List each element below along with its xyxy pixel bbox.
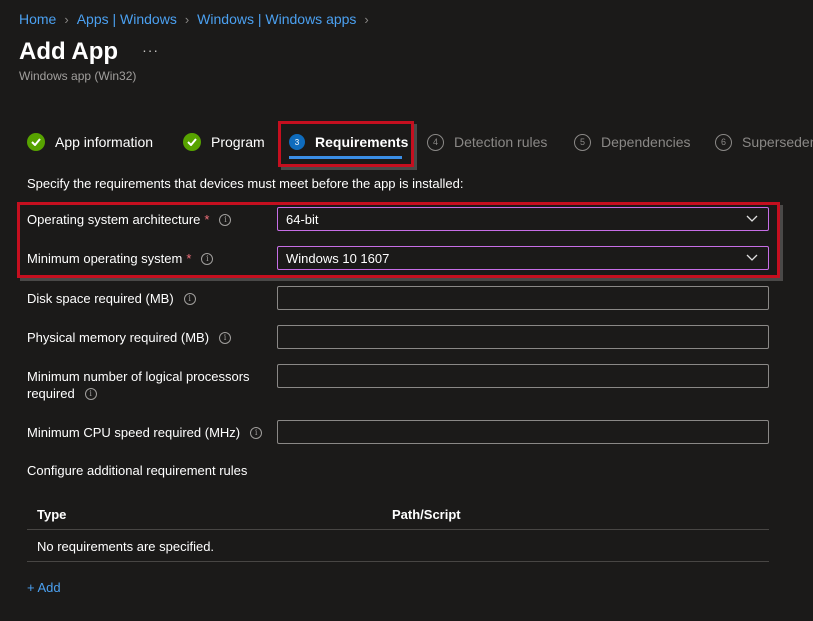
logical-processors-input[interactable]	[277, 364, 769, 388]
tab-app-information[interactable]: App information	[27, 128, 153, 156]
breadcrumb-home[interactable]: Home	[19, 11, 56, 27]
min-os-label: Minimum operating system * i	[27, 250, 214, 267]
os-architecture-dropdown[interactable]: 64-bit	[277, 207, 769, 231]
empty-state-text: No requirements are specified.	[37, 539, 215, 554]
breadcrumb: Home › Apps | Windows › Windows | Window…	[19, 11, 377, 27]
breadcrumb-windows-apps[interactable]: Windows | Windows apps	[197, 11, 356, 27]
page-title: Add App	[19, 38, 119, 65]
cpu-speed-label: Minimum CPU speed required (MHz) i	[27, 424, 263, 441]
tab-supersedence[interactable]: 6 Supersedence	[715, 128, 813, 156]
tab-detection-rules[interactable]: 4 Detection rules	[427, 128, 547, 156]
disk-space-input[interactable]	[277, 286, 769, 310]
breadcrumb-apps-windows[interactable]: Apps | Windows	[77, 11, 177, 27]
chevron-down-icon	[746, 254, 758, 261]
chevron-down-icon	[746, 215, 758, 222]
table-header: Type Path/Script	[27, 500, 769, 530]
tab-program[interactable]: Program	[183, 128, 265, 156]
info-icon[interactable]: i	[201, 252, 214, 265]
label-text: Physical memory required (MB)	[27, 330, 210, 345]
tab-label: App information	[55, 134, 154, 150]
label-text: Minimum CPU speed required (MHz)	[27, 425, 241, 440]
tab-dependencies[interactable]: 5 Dependencies	[574, 128, 691, 156]
required-asterisk: *	[204, 212, 210, 227]
physical-memory-input[interactable]	[277, 325, 769, 349]
info-icon[interactable]: i	[219, 213, 232, 226]
chevron-right-icon: ›	[364, 11, 369, 27]
tab-label: Dependencies	[601, 134, 691, 150]
disk-space-label: Disk space required (MB) i	[27, 290, 196, 307]
info-icon[interactable]: i	[183, 292, 196, 305]
info-icon[interactable]: i	[219, 331, 232, 344]
os-architecture-label: Operating system architecture * i	[27, 211, 232, 228]
tab-label: Supersedence	[742, 134, 813, 150]
checkmark-icon	[183, 133, 201, 151]
step-number-icon: 5	[574, 133, 591, 151]
min-os-dropdown[interactable]: Windows 10 1607	[277, 246, 769, 270]
page-subtitle: Windows app (Win32)	[19, 69, 137, 83]
cpu-speed-input[interactable]	[277, 420, 769, 444]
step-number-icon: 4	[427, 133, 444, 151]
info-icon[interactable]: i	[84, 387, 97, 400]
intro-text: Specify the requirements that devices mu…	[27, 176, 464, 191]
label-text: Disk space required (MB)	[27, 291, 174, 306]
chevron-right-icon: ›	[64, 11, 69, 27]
dropdown-value: Windows 10 1607	[286, 250, 390, 266]
step-number-icon: 6	[715, 133, 732, 151]
logical-processors-label: Minimum number of logical processors req…	[27, 368, 250, 402]
label-text: Minimum operating system	[27, 251, 183, 266]
chevron-right-icon: ›	[184, 11, 190, 27]
title-row: Add App ···	[19, 38, 159, 66]
tab-label: Detection rules	[454, 134, 548, 150]
highlight-box-tab	[278, 121, 414, 167]
required-asterisk: *	[186, 251, 192, 266]
requirement-rules-table: Type Path/Script No requirements are spe…	[27, 500, 769, 562]
table-row: No requirements are specified.	[27, 530, 769, 562]
column-header-type[interactable]: Type	[37, 507, 66, 522]
label-text: Operating system architecture	[27, 212, 201, 227]
add-requirement-button[interactable]: + Add	[27, 580, 61, 595]
more-options-button[interactable]: ···	[142, 42, 159, 58]
column-header-path-script[interactable]: Path/Script	[392, 507, 461, 522]
tab-label: Program	[211, 134, 265, 150]
wizard-steps: App information Program 3 Requirements 4…	[27, 128, 813, 168]
label-text: required	[27, 386, 75, 401]
physical-memory-label: Physical memory required (MB) i	[27, 329, 232, 346]
checkmark-icon	[27, 133, 45, 151]
info-icon[interactable]: i	[250, 426, 263, 439]
requirement-rules-title: Configure additional requirement rules	[27, 463, 248, 478]
dropdown-value: 64-bit	[286, 211, 319, 227]
label-text: Minimum number of logical processors	[27, 369, 250, 384]
label-line-2: required i	[27, 385, 97, 402]
